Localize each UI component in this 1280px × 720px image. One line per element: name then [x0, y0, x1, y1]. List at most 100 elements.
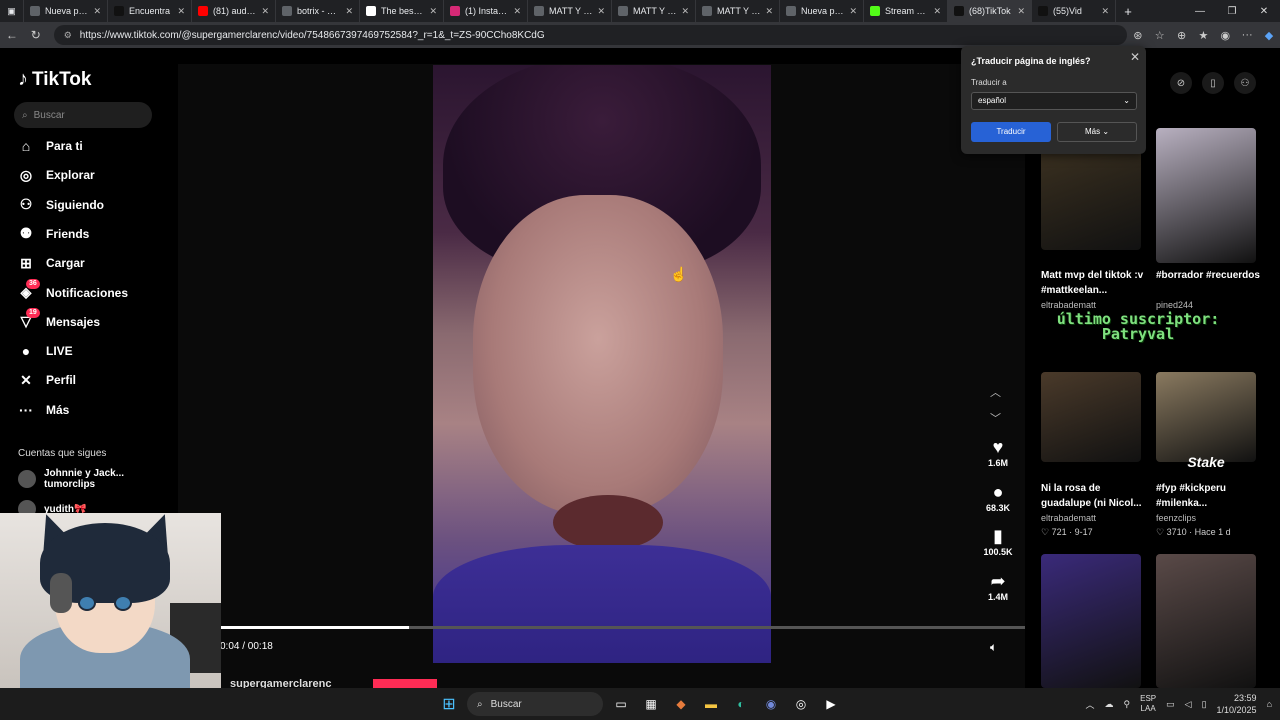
tab-menu-button[interactable]: ▣: [0, 0, 24, 22]
copilot-icon[interactable]: ◆: [1258, 29, 1280, 42]
translate-icon[interactable]: ⊛: [1127, 29, 1149, 42]
monitor-icon[interactable]: ▭: [1166, 699, 1175, 710]
notifications-icon[interactable]: ⌂: [1267, 699, 1272, 709]
language-indicator[interactable]: ESP LAA: [1140, 694, 1156, 714]
more-button[interactable]: Más ⌄: [1057, 122, 1137, 142]
video-title[interactable]: Ni la rosa de guadalupe (ni Nicol...: [1041, 481, 1151, 511]
language-select[interactable]: español ⌄: [971, 92, 1137, 110]
browser-tab[interactable]: MATT Y ZUI ✕: [528, 0, 612, 22]
taskbar-search[interactable]: ⌕ Buscar: [467, 692, 603, 716]
video-title[interactable]: Matt mvp del tiktok :v #mattkeelan...: [1041, 268, 1151, 298]
copilot-icon[interactable]: ◆: [669, 692, 693, 716]
video-author[interactable]: eltrabadematt: [1041, 300, 1096, 310]
store-icon[interactable]: ▦: [639, 692, 663, 716]
action-button[interactable]: ● 68.3K: [983, 481, 1013, 513]
chrome-like-icon[interactable]: ◎: [789, 692, 813, 716]
follow-button[interactable]: [373, 679, 437, 688]
video-title[interactable]: #fyp #kickperu #milenka...: [1156, 481, 1266, 511]
tab-close-icon[interactable]: ✕: [933, 6, 941, 17]
close-icon[interactable]: ✕: [1130, 50, 1140, 64]
video-player[interactable]: [433, 65, 771, 663]
nav-item[interactable]: ··· Más: [18, 402, 69, 418]
browser-tab[interactable]: (81) audio F ✕: [192, 0, 276, 22]
browser-tab[interactable]: botrix - Bús ✕: [276, 0, 360, 22]
maximize-icon[interactable]: ❐: [1216, 0, 1248, 22]
compass-icon[interactable]: ⊘: [1170, 72, 1192, 94]
minimize-icon[interactable]: —: [1184, 0, 1216, 22]
tab-close-icon[interactable]: ✕: [1101, 6, 1109, 17]
nav-item[interactable]: ⚉ Friends: [18, 225, 90, 242]
nav-item[interactable]: ✕ Perfil: [18, 372, 76, 388]
onedrive-icon[interactable]: ☁: [1105, 699, 1114, 710]
url-field[interactable]: ⚙ https://www.tiktok.com/@supergamerclar…: [53, 25, 1127, 45]
new-tab-button[interactable]: +: [1116, 0, 1140, 22]
nav-item[interactable]: ● LIVE: [18, 343, 73, 359]
video-thumbnail[interactable]: [1156, 554, 1256, 688]
tab-close-icon[interactable]: ✕: [429, 6, 437, 17]
video-thumbnail[interactable]: [1156, 372, 1256, 462]
action-button[interactable]: ♥ 1.6M: [983, 436, 1013, 468]
tab-close-icon[interactable]: ✕: [681, 6, 689, 17]
volume-icon[interactable]: ◁: [1185, 699, 1192, 710]
tab-close-icon[interactable]: ✕: [261, 6, 269, 17]
reload-icon[interactable]: ↻: [24, 28, 48, 42]
clock[interactable]: 23:59 1/10/2025: [1217, 692, 1257, 716]
battery-icon[interactable]: ▯: [1202, 699, 1207, 710]
video-thumbnail[interactable]: [1041, 372, 1141, 462]
nav-item[interactable]: ⊞ Cargar: [18, 255, 85, 271]
browser-tab[interactable]: The best Ch ✕: [360, 0, 444, 22]
video-title[interactable]: #borrador #recuerdos: [1156, 268, 1266, 283]
discord-icon[interactable]: ◉: [759, 692, 783, 716]
tab-close-icon[interactable]: ✕: [513, 6, 521, 17]
next-video-icon[interactable]: ﹀: [990, 410, 1001, 426]
nav-item[interactable]: ▽ 19 Mensajes: [18, 307, 100, 330]
browser-tab[interactable]: Encuentra ✕: [108, 0, 192, 22]
collections-icon[interactable]: ★: [1193, 29, 1215, 42]
tab-close-icon[interactable]: ✕: [177, 6, 185, 17]
profile-avatar-icon[interactable]: ◉: [1214, 29, 1236, 42]
action-button[interactable]: ➦ 1.4M: [983, 570, 1013, 602]
device-icon[interactable]: ▯: [1202, 72, 1224, 94]
avatar[interactable]: ⚇: [1234, 72, 1256, 94]
video-author[interactable]: pined244: [1156, 300, 1193, 310]
video-author[interactable]: feenzclips: [1156, 513, 1196, 523]
site-info-icon[interactable]: ⚙: [64, 30, 72, 41]
tab-close-icon[interactable]: ✕: [1017, 6, 1025, 17]
windows-start-icon[interactable]: ⊞: [437, 692, 461, 716]
nav-item[interactable]: ◈ 36 Notificaciones: [18, 278, 128, 301]
video-author[interactable]: eltrabadematt: [1041, 513, 1096, 523]
browser-tab[interactable]: (1) Instagran ✕: [444, 0, 528, 22]
tab-close-icon[interactable]: ✕: [93, 6, 101, 17]
file-explorer-icon[interactable]: ▬: [699, 692, 723, 716]
tab-close-icon[interactable]: ✕: [597, 6, 605, 17]
video-thumbnail[interactable]: [1156, 128, 1256, 263]
following-item[interactable]: Johnnie y Jack... tumorclips: [18, 468, 124, 490]
tab-close-icon[interactable]: ✕: [765, 6, 773, 17]
tab-close-icon[interactable]: ✕: [849, 6, 857, 17]
volume-icon[interactable]: 🔈︎: [990, 640, 997, 655]
back-icon[interactable]: ←: [0, 28, 24, 42]
extensions-icon[interactable]: ⊕: [1171, 29, 1193, 42]
nav-item[interactable]: ◎ Explorar: [18, 167, 95, 183]
browser-menu-icon[interactable]: ···: [1236, 29, 1258, 41]
video-thumbnail[interactable]: [1041, 150, 1141, 250]
close-window-icon[interactable]: ✕: [1248, 0, 1280, 22]
edge-icon[interactable]: ◐: [729, 692, 753, 716]
browser-tab[interactable]: MATT Y ZUI ✕: [612, 0, 696, 22]
favorite-icon[interactable]: ☆: [1149, 29, 1171, 42]
media-player-icon[interactable]: ▶: [819, 692, 843, 716]
nav-item[interactable]: ⚇ Siguiendo: [18, 196, 104, 213]
nav-item[interactable]: ⌂ Para ti: [18, 138, 83, 154]
action-button[interactable]: ▮ 100.5K: [983, 525, 1013, 557]
tiktok-logo[interactable]: ♪ TikTok: [18, 68, 91, 91]
browser-tab[interactable]: Stream - Kic ✕: [864, 0, 948, 22]
browser-tab[interactable]: Nueva pesta ✕: [780, 0, 864, 22]
browser-tab[interactable]: (55)Vid ✕: [1032, 0, 1116, 22]
video-thumbnail[interactable]: [1041, 554, 1141, 688]
previous-video-icon[interactable]: ︿: [990, 384, 1001, 400]
browser-tab[interactable]: MATT Y ZUI ✕: [696, 0, 780, 22]
browser-tab[interactable]: (68)TikTok ✕: [948, 0, 1032, 22]
browser-tab[interactable]: Nueva pesta ✕: [24, 0, 108, 22]
progress-bar[interactable]: [220, 626, 1025, 629]
translate-button[interactable]: Traducir: [971, 122, 1051, 142]
